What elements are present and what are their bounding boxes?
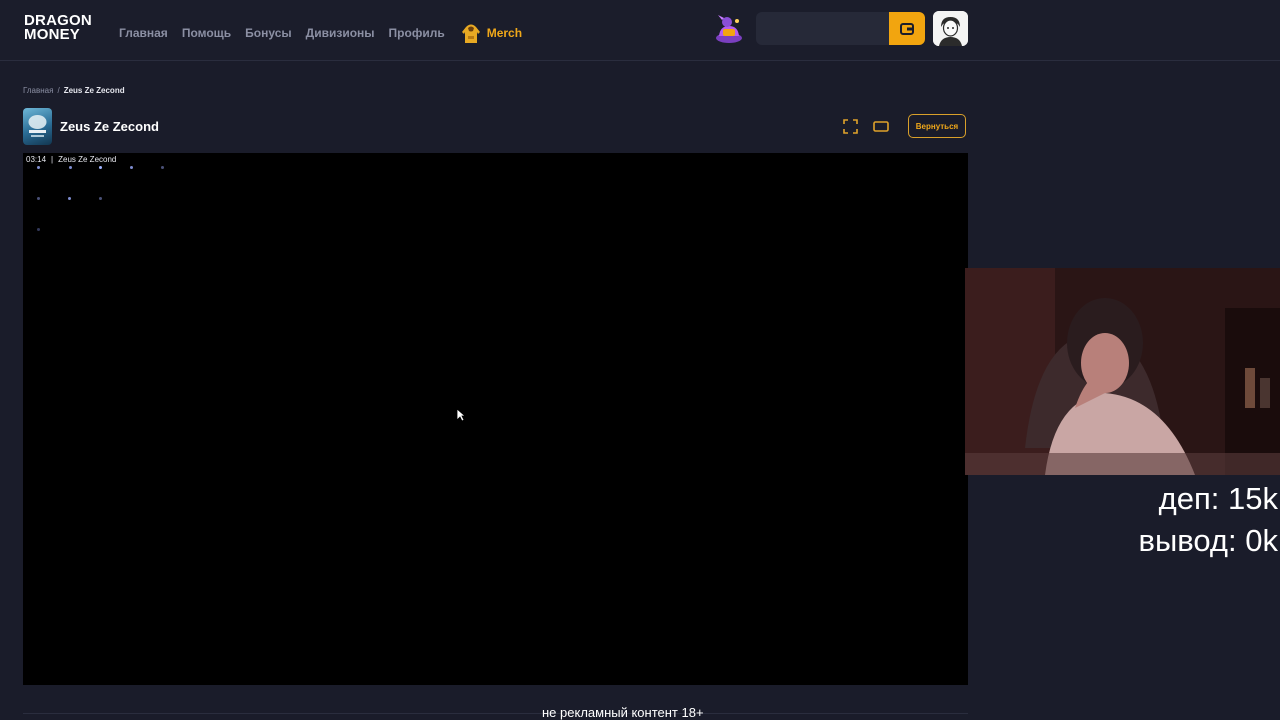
fullscreen-icon[interactable]: [842, 118, 859, 135]
game-title: Zeus Ze Zecond: [60, 119, 159, 134]
loading-dot: [37, 197, 40, 200]
nav-item-divisions[interactable]: Дивизионы: [306, 26, 375, 40]
game-overlay-title: Zeus Ze Zecond: [58, 155, 117, 164]
stream-stats: деп: 15k вывод: 0k: [1139, 478, 1279, 562]
loading-dot: [99, 166, 102, 169]
loading-dot: [161, 166, 164, 169]
main-nav: Главная Помощь Бонусы Дивизионы Профиль …: [119, 22, 522, 44]
nav-item-bonuses[interactable]: Бонусы: [245, 26, 292, 40]
disclaimer-text: не рекламный контент 18+: [542, 705, 704, 720]
loading-dot: [99, 197, 102, 200]
nav-item-merch[interactable]: Merch: [461, 22, 522, 44]
webcam-overlay: [965, 268, 1280, 475]
breadcrumb: Главная / Zeus Ze Zecond: [23, 86, 125, 95]
merch-label: Merch: [486, 26, 523, 40]
breadcrumb-separator: /: [57, 86, 60, 95]
loading-dot: [130, 166, 133, 169]
loading-dot: [37, 166, 40, 169]
nav-item-help[interactable]: Помощь: [182, 26, 231, 40]
mouse-cursor-icon: [456, 408, 467, 422]
game-timer: 03:14: [26, 155, 47, 164]
deposit-stat: деп: 15k: [1158, 481, 1278, 516]
withdrawal-stat: вывод: 0k: [1138, 523, 1279, 558]
game-thumbnail: [23, 108, 52, 145]
game-frame[interactable]: 03:14 | Zeus Ze Zecond: [23, 153, 968, 685]
game-overlay: 03:14 | Zeus Ze Zecond: [26, 155, 116, 164]
balance-display: [756, 12, 890, 45]
back-button[interactable]: Вернуться: [908, 114, 966, 138]
nav-item-home[interactable]: Главная: [119, 26, 168, 40]
loading-dot: [37, 228, 40, 231]
nav-item-profile[interactable]: Профиль: [389, 26, 445, 40]
user-avatar[interactable]: [933, 11, 968, 46]
overlay-separator: |: [51, 155, 54, 164]
loading-dot: [69, 166, 72, 169]
genie-lamp-icon[interactable]: [712, 12, 746, 46]
wallet-button[interactable]: [889, 12, 925, 45]
breadcrumb-home[interactable]: Главная: [23, 86, 53, 95]
loading-dot: [68, 197, 71, 200]
breadcrumb-current: Zeus Ze Zecond: [63, 86, 125, 95]
dragon-money-logo[interactable]: DRAGON MONEY: [24, 13, 98, 43]
top-header: DRAGON MONEY Главная Помощь Бонусы Дивиз…: [0, 0, 1280, 61]
logo-line-2: MONEY: [24, 26, 81, 43]
wallet-icon: [900, 22, 914, 35]
theatre-mode-icon[interactable]: [872, 118, 890, 135]
hoodie-icon: [461, 22, 481, 44]
footer-divider: [23, 713, 968, 714]
